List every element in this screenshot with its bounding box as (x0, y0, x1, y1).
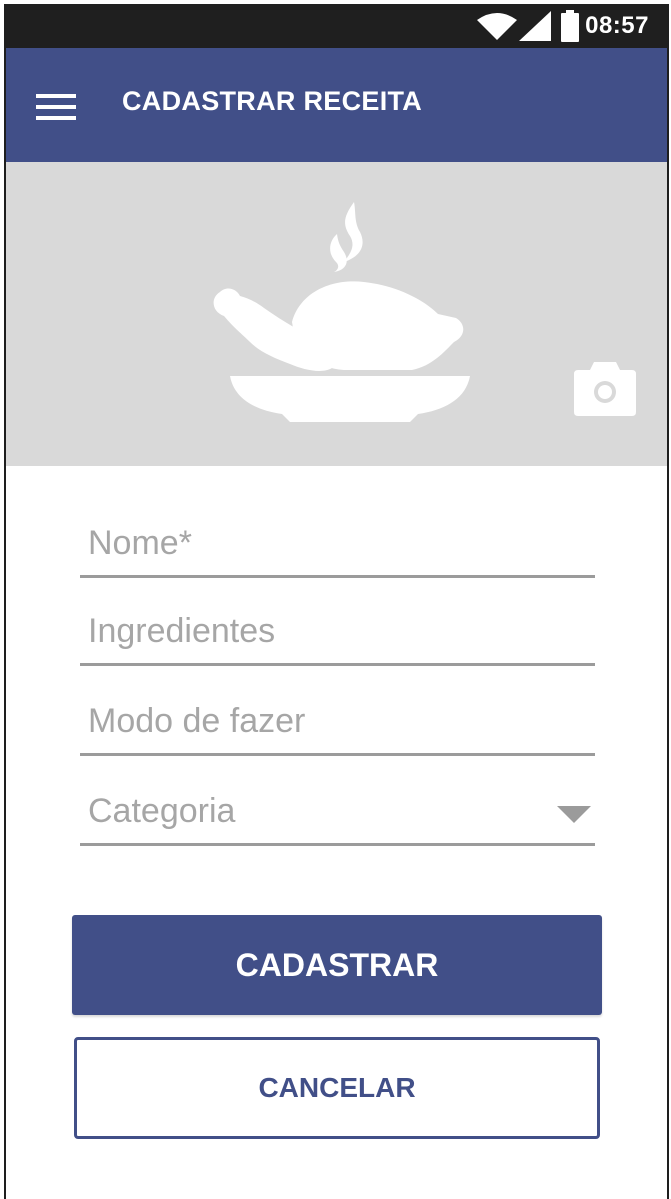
camera-icon[interactable] (574, 360, 636, 416)
preparation-field-placeholder: Modo de fazer (88, 702, 306, 740)
signal-icon (519, 11, 552, 41)
cancel-button[interactable]: CANCELAR (74, 1037, 600, 1139)
dropdown-arrow-icon[interactable] (557, 806, 591, 823)
category-select[interactable]: Categoria (80, 784, 595, 846)
wifi-icon (477, 13, 518, 40)
status-icons: 08:57 (477, 10, 649, 42)
app-bar: CADASTRAR RECEITA (6, 48, 667, 162)
name-field-placeholder: Nome* (88, 524, 192, 562)
page-title: CADASTRAR RECEITA (122, 86, 423, 116)
preparation-field[interactable]: Modo de fazer (80, 694, 595, 756)
phone-screen: 08:57 CADASTRAR RECEITA Nome* Ingredient… (4, 4, 669, 1199)
battery-icon (561, 10, 580, 42)
name-field[interactable]: Nome* (80, 512, 595, 578)
hamburger-menu-icon[interactable] (36, 94, 76, 120)
recipe-photo-area[interactable] (6, 162, 667, 466)
status-bar: 08:57 (6, 4, 667, 48)
submit-button[interactable]: CADASTRAR (72, 915, 602, 1015)
roast-chicken-dish-icon (213, 202, 470, 422)
category-select-placeholder: Categoria (88, 792, 236, 830)
ingredients-field-placeholder: Ingredientes (88, 612, 276, 650)
status-time: 08:57 (585, 12, 649, 39)
ingredients-field[interactable]: Ingredientes (80, 604, 595, 666)
